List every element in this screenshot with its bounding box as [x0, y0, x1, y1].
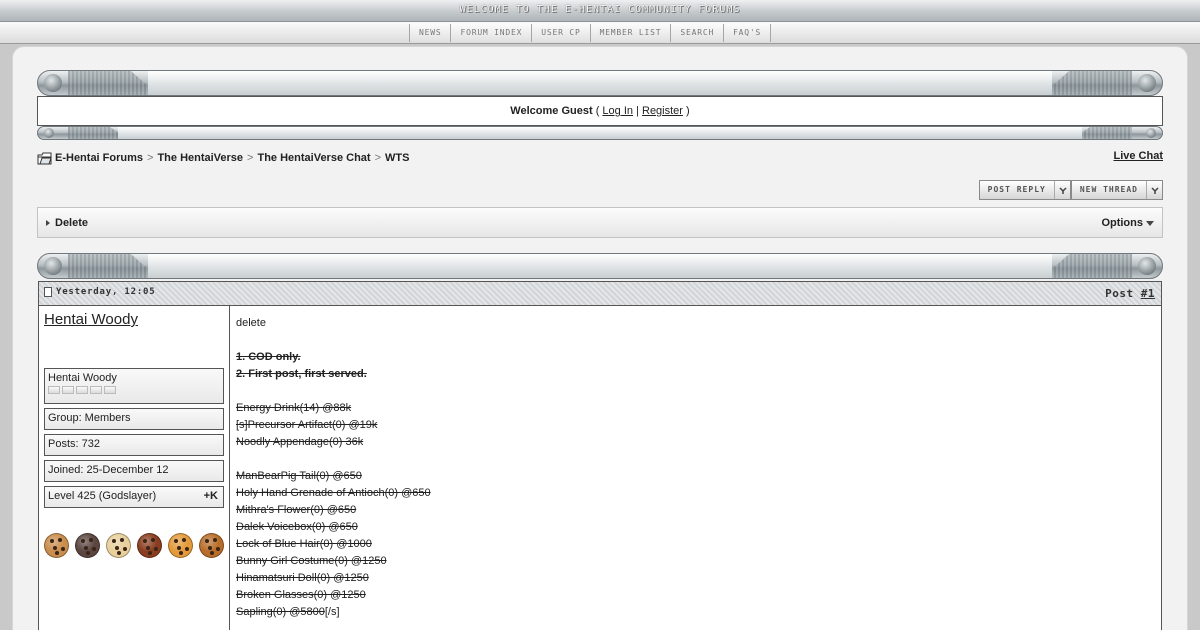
paren-close: ) [686, 105, 690, 117]
welcome-guest-text: Welcome Guest [510, 105, 593, 117]
post-date: Yesterday, 12:05 [44, 287, 156, 297]
breadcrumb-sep: > [374, 152, 382, 164]
user-level-text: Level 425 (Godslayer) [48, 490, 157, 502]
post-body-line [236, 451, 431, 468]
post-body-line: Sapling(0) @5800[/s] [236, 606, 340, 618]
breadcrumb-sep: > [247, 152, 254, 164]
rank-star-icon [104, 386, 116, 394]
triangle-right-icon [46, 220, 50, 226]
header-capsule [37, 70, 1163, 96]
user-group-text: Group: Members [48, 412, 131, 424]
new-thread-label: NEW THREAD [1079, 185, 1138, 194]
thread-mod-bar: Delete Options [37, 207, 1163, 238]
rank-star-icon [90, 386, 102, 394]
username-link[interactable]: Hentai Woody [44, 311, 138, 328]
user-pane: Hentai Woody Hentai Woody Group: Members… [39, 306, 230, 630]
post-body-line: Holy Hand Grenade of Antioch(0) @650 [236, 487, 431, 499]
post-body-line: Lock of Blue Hair(0) @1000 [236, 538, 372, 550]
user-joined: Joined: 25-December 12 [44, 460, 224, 482]
post-body-line: 1. COD only. [236, 351, 301, 363]
breadcrumb-wts[interactable]: WTS [385, 152, 409, 164]
user-level: Level 425 (Godslayer) +K [44, 486, 224, 508]
delete-toggle[interactable]: Delete [46, 217, 88, 229]
post-body-line: Mithra's Flower(0) @650 [236, 504, 357, 516]
cookie-badge-icon [199, 533, 224, 558]
post-body-line: 2. First post, first served. [236, 368, 367, 380]
user-title: Hentai Woody [48, 372, 117, 384]
post-header: Yesterday, 12:05 Post #1 [39, 282, 1161, 306]
post-body-line: Bunny Girl Costume(0) @1250 [236, 555, 387, 567]
breadcrumb-hentaiverse[interactable]: The HentaiVerse [157, 152, 243, 164]
post-body-line [236, 383, 431, 400]
nav-item-forum-index[interactable]: FORUM INDEX [451, 24, 533, 42]
post-reply-label: POST REPLY [987, 185, 1046, 194]
dropdown-arrow-icon [1146, 181, 1162, 199]
nav-item-news[interactable]: NEWS [410, 24, 452, 42]
post-body-line: Hinamatsuri Doll(0) @1250 [236, 572, 369, 584]
cookie-badge-icon [168, 533, 193, 558]
cookie-badge-icon [75, 533, 100, 558]
cookie-badge-icon [106, 533, 131, 558]
breadcrumb-forums[interactable]: E-Hentai Forums [55, 152, 143, 164]
thread-action-buttons: POST REPLY NEW THREAD [978, 180, 1163, 200]
post-body-line: Broken Glasses(0) @1250 [236, 589, 366, 601]
post-body-line: [s]Precursor Artifact(0) @19k [236, 419, 378, 431]
breadcrumb: E-Hentai Forums > The HentaiVerse > The … [37, 149, 409, 167]
post-body-line: delete [236, 317, 266, 329]
nav-item-search[interactable]: SEARCH [671, 24, 725, 42]
chevron-down-icon [1146, 220, 1154, 226]
cookie-badge-icon [44, 533, 69, 558]
rank-star-icon [76, 386, 88, 394]
rank-star-icon [48, 386, 60, 394]
breadcrumb-hentaiverse-chat[interactable]: The HentaiVerse Chat [257, 152, 370, 164]
footer-capsule [37, 126, 1163, 140]
breadcrumb-sep: > [147, 152, 154, 164]
welcome-box: Welcome Guest ( Log In | Register ) [37, 96, 1163, 126]
post: Yesterday, 12:05 Post #1 Hentai Woody He… [38, 281, 1162, 630]
register-link[interactable]: Register [642, 105, 683, 117]
separator: | [636, 105, 639, 117]
user-posts-text: Posts: 732 [48, 438, 100, 450]
post-document-icon [44, 287, 52, 297]
top-nav: NEWS FORUM INDEX USER CP MEMBER LIST SEARCH F… [0, 22, 1200, 44]
post-body-line: Energy Drink(14) @88k [236, 402, 352, 414]
new-thread-button[interactable]: NEW THREAD [1070, 180, 1163, 200]
live-chat-link[interactable]: Live Chat [1113, 150, 1163, 162]
nav-item-user-cp[interactable]: USER CP [532, 24, 591, 42]
user-posts: Posts: 732 [44, 434, 224, 456]
options-label: Options [1101, 217, 1143, 229]
user-joined-text: Joined: 25-December 12 [48, 464, 169, 476]
rank-star-icon [62, 386, 74, 394]
folder-icon [37, 152, 52, 165]
site-banner: WELCOME TO THE E-HENTAI COMMUNITY FORUMS [0, 0, 1200, 22]
cookie-badge-icon [137, 533, 162, 558]
nav-items: NEWS FORUM INDEX USER CP MEMBER LIST SEARCH F… [409, 24, 772, 42]
user-rank-stars [48, 386, 220, 394]
nav-item-member-list[interactable]: MEMBER LIST [590, 24, 672, 42]
post-body-line [236, 332, 431, 349]
user-group: Group: Members [44, 408, 224, 430]
options-dropdown[interactable]: Options [1101, 217, 1154, 229]
delete-label: Delete [55, 217, 89, 229]
post-body-line: Dalek Voicebox(0) @650 [236, 521, 358, 533]
post-body: delete 1. COD only. 2. First post, first s… [236, 315, 431, 621]
post-number-prefix: Post [1105, 287, 1134, 300]
login-link[interactable]: Log In [602, 105, 633, 117]
banner-welcome-text: WELCOME TO THE E-HENTAI COMMUNITY FORUMS [459, 4, 741, 15]
post-number-link[interactable]: #1 [1141, 287, 1155, 300]
post-reply-button[interactable]: POST REPLY [978, 180, 1071, 200]
user-title-box: Hentai Woody [44, 368, 224, 404]
cookie-badges [44, 533, 224, 558]
dropdown-arrow-icon [1053, 181, 1070, 199]
post-body-line: Noodly Appendage(0) 36k [236, 436, 364, 448]
post-capsule [37, 253, 1163, 279]
post-date-text: Yesterday, 12:05 [56, 287, 156, 297]
post-number: Post #1 [1105, 287, 1155, 300]
nav-item-faq-s[interactable]: FAQ'S [724, 24, 772, 42]
paren-open: ( [595, 105, 600, 117]
karma-button[interactable]: +K [204, 490, 218, 502]
post-body-line: ManBearPig Tail(0) @650 [236, 470, 362, 482]
